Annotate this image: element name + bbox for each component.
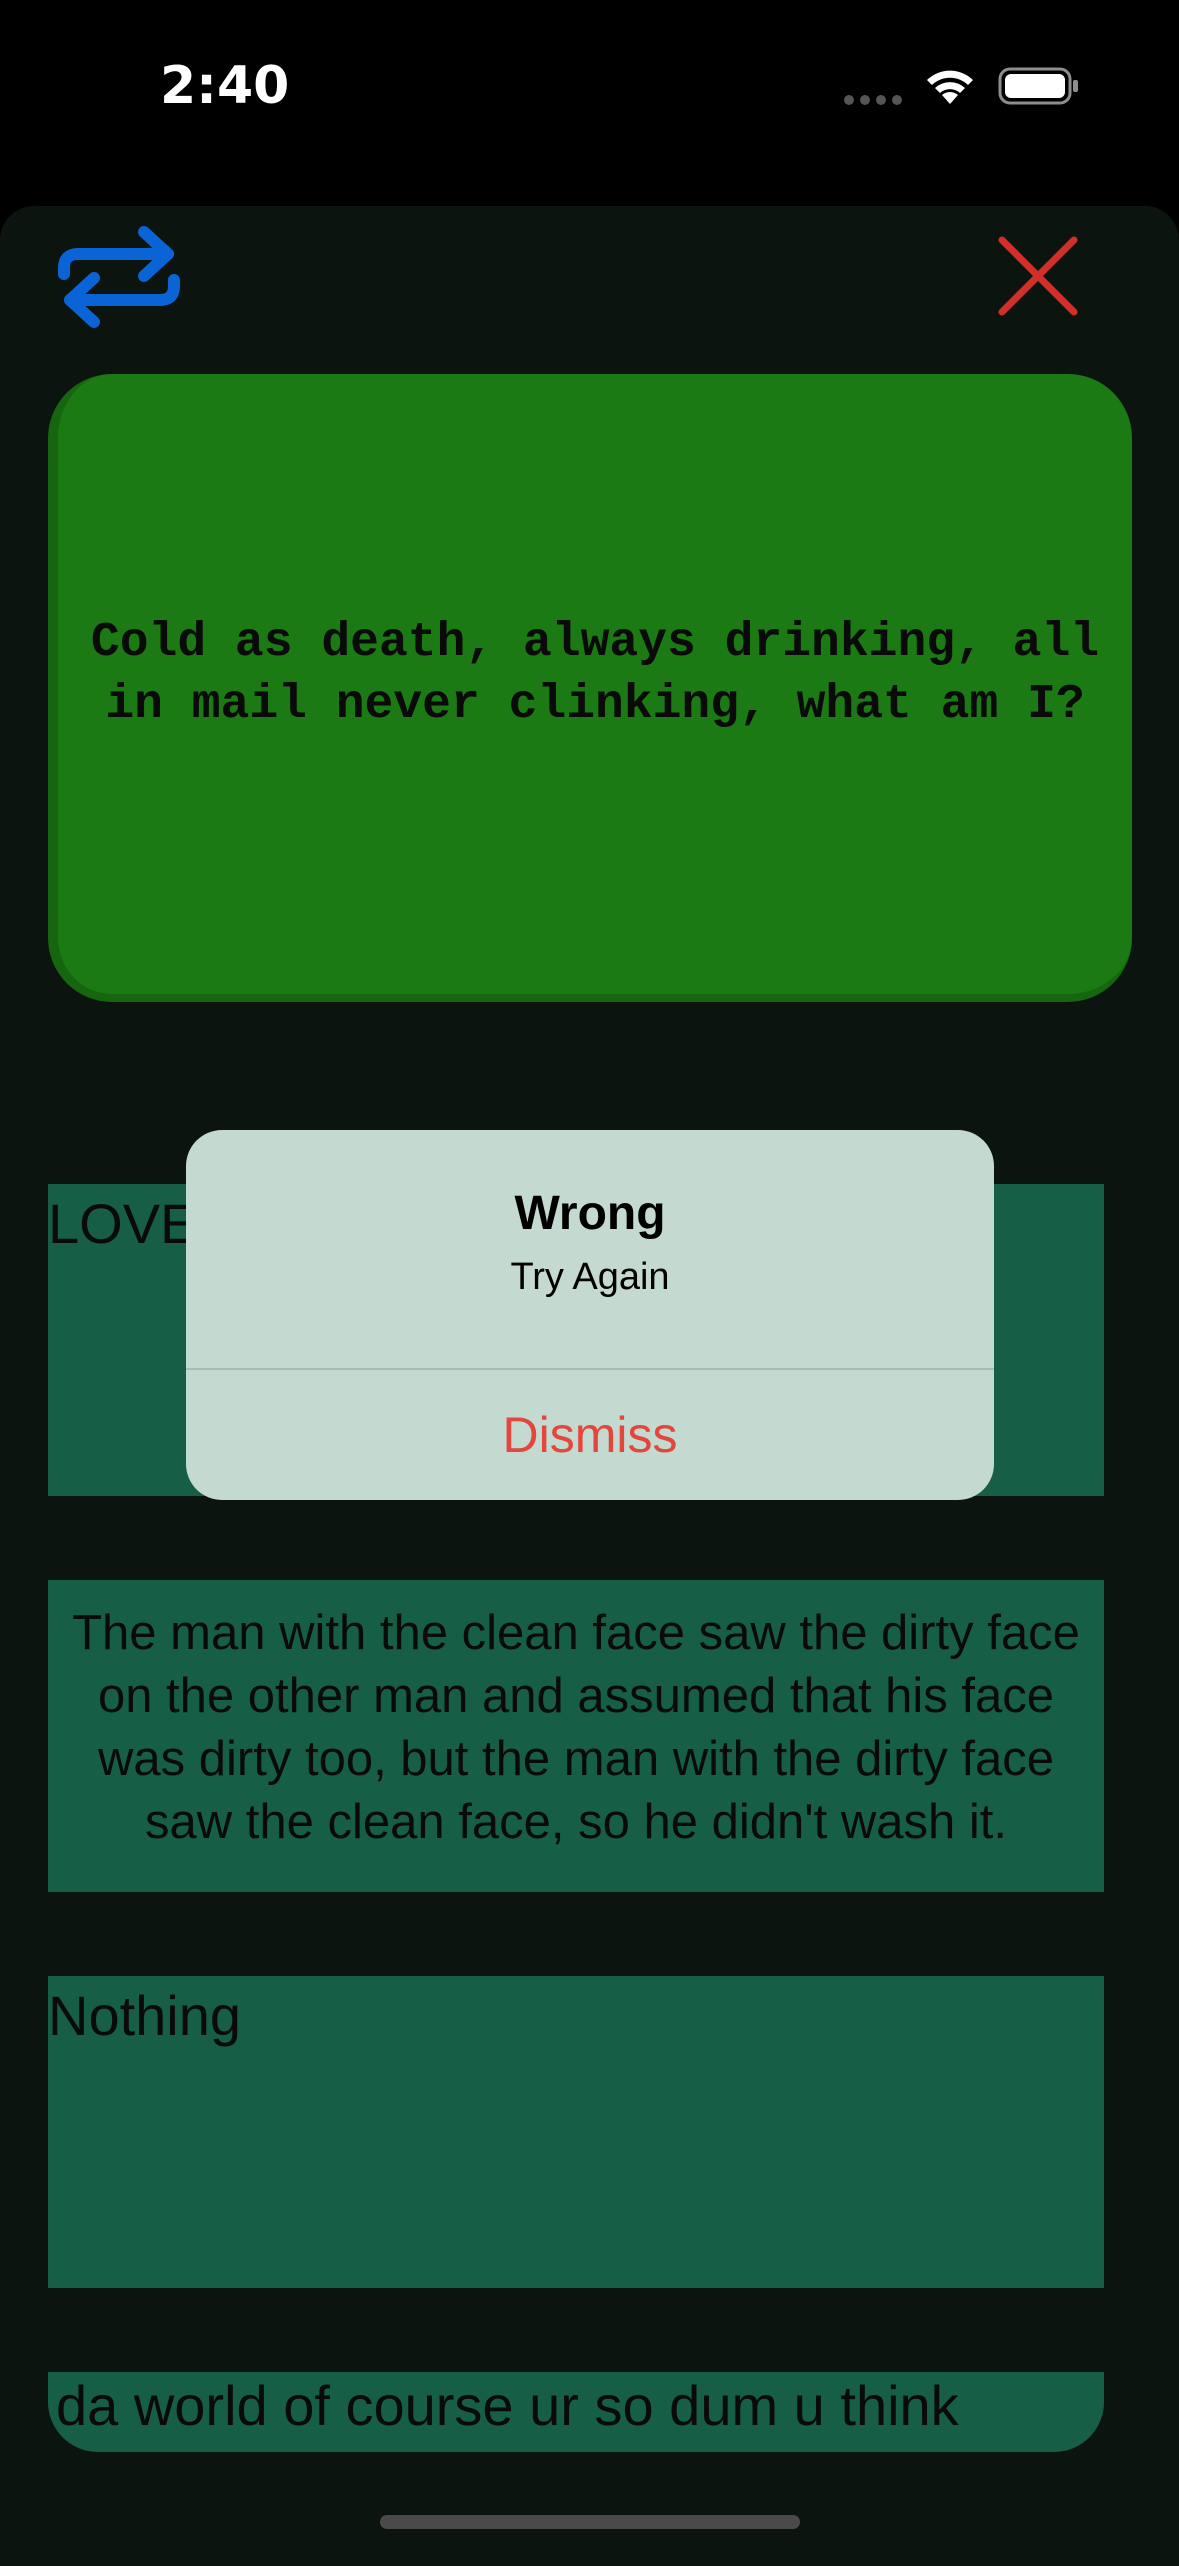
home-indicator[interactable] [380,2515,800,2529]
arrow-swap-icon [58,226,180,328]
answer-option-2[interactable]: The man with the clean face saw the dirt… [48,1580,1104,1892]
status-time: 2:40 [160,56,290,116]
answer-option-text: Nothing [48,1984,242,2047]
answer-option-text: da world of course ur so dum u think [56,2374,959,2437]
riddle-card: Cold as death, always drinking, all in m… [48,374,1132,1002]
riddle-text: Cold as death, always drinking, all in m… [90,616,1100,732]
alert-message: Try Again [510,1256,670,1298]
close-icon [998,236,1078,316]
answer-option-text: LOVE [48,1192,198,1255]
alert-dialog: Wrong Try Again Dismiss [186,1130,994,1500]
answer-option-3[interactable]: Nothing [48,1976,1104,2288]
battery-icon [998,67,1078,105]
answer-option-text: The man with the clean face saw the dirt… [72,1606,1080,1849]
answer-option-4[interactable]: da world of course ur so dum u think [48,2372,1104,2452]
dismiss-button[interactable]: Dismiss [186,1370,994,1500]
cellular-signal-icon [844,95,902,105]
swap-button[interactable] [56,222,186,332]
alert-title: Wrong [514,1187,666,1240]
status-bar: 2:40 [0,0,1179,200]
wifi-icon [927,70,973,104]
close-button[interactable] [996,234,1080,318]
